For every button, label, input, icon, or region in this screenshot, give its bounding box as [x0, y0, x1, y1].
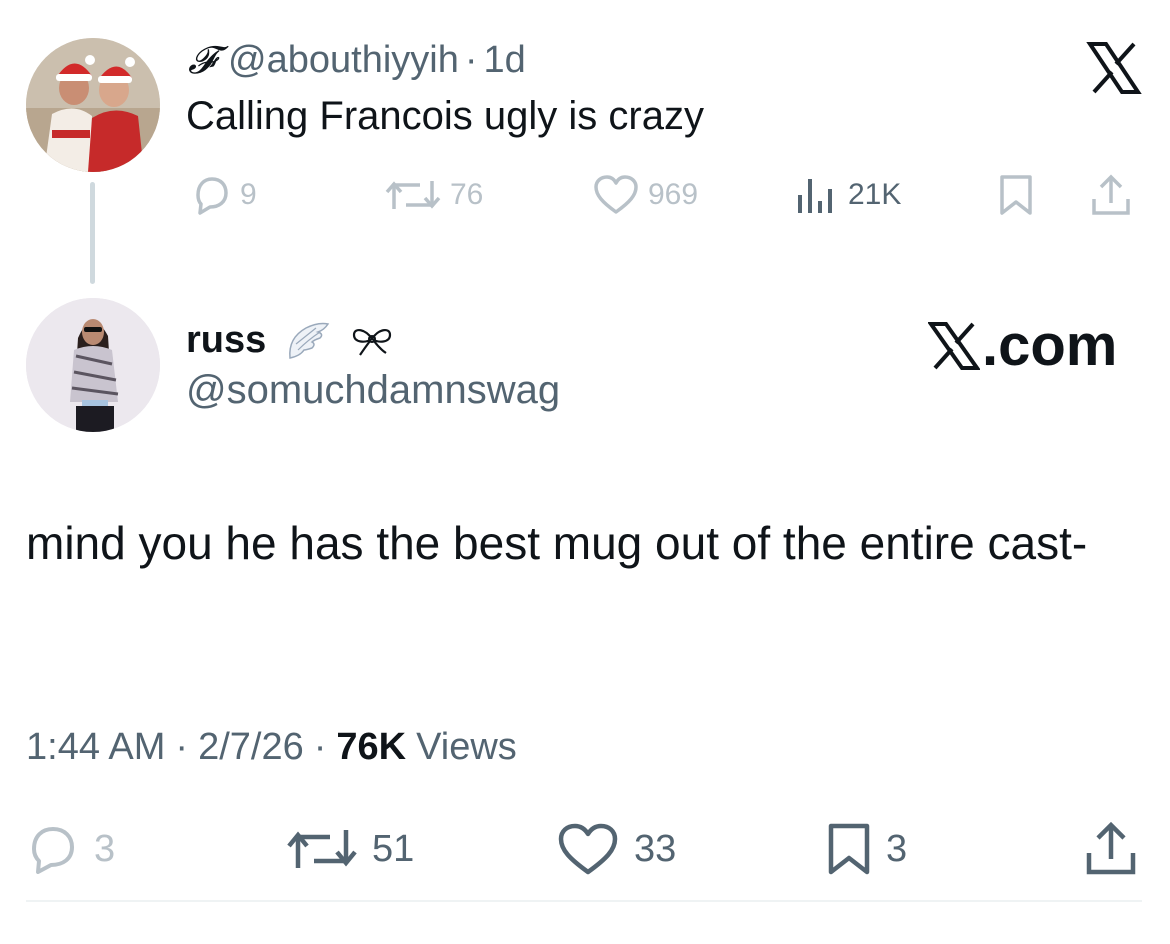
share-icon	[1086, 821, 1136, 875]
like-count: 33	[634, 827, 677, 870]
parent-handle[interactable]: @abouthiyyih	[228, 39, 459, 82]
heart-icon	[594, 175, 638, 214]
x-com-brand: .com	[928, 312, 1117, 379]
repost-count: 51	[372, 827, 415, 870]
reply-count: 3	[94, 827, 116, 870]
views-count: 76K	[336, 725, 407, 768]
divider	[26, 900, 1142, 902]
x-logo-icon	[928, 321, 980, 370]
views-label: Views	[416, 725, 517, 768]
repost-icon	[287, 830, 357, 868]
parent-reply-count: 9	[240, 178, 257, 211]
bookmark-icon	[1000, 175, 1032, 215]
parent-time[interactable]: 1d	[484, 39, 526, 82]
reply-icon	[196, 177, 228, 215]
parent-avatar[interactable]	[26, 38, 160, 172]
tweet-date[interactable]: 2/7/26	[198, 726, 304, 769]
parent-reply-button[interactable]: 9	[190, 172, 257, 218]
repost-icon	[385, 181, 441, 209]
share-icon	[1092, 174, 1130, 215]
share-button[interactable]	[1084, 821, 1152, 876]
parent-tweet-text: Calling Francois ugly is crazy	[186, 94, 704, 138]
parent-views-button[interactable]: 21K	[796, 172, 901, 218]
parent-like-button[interactable]: 969	[592, 172, 698, 218]
repost-button[interactable]: 51	[286, 822, 414, 876]
parent-share-button[interactable]	[1090, 172, 1140, 218]
reply-button[interactable]: 3	[26, 822, 115, 876]
name-row: russ	[186, 318, 396, 362]
parent-views-count: 21K	[848, 178, 902, 211]
parent-repost-count: 76	[450, 178, 484, 211]
bookmark-button[interactable]: 3	[826, 822, 907, 876]
like-button[interactable]: 33	[556, 822, 676, 876]
user-handle[interactable]: @somuchdamnswag	[186, 368, 560, 413]
tweet-body: mind you he has the best mug out of the …	[26, 517, 1088, 569]
parent-repost-button[interactable]: 76	[384, 172, 483, 218]
meta-separator: ·	[313, 725, 327, 768]
reply-icon	[32, 827, 74, 874]
bookmark-count: 3	[886, 827, 908, 870]
main-avatar[interactable]	[26, 298, 160, 432]
display-name[interactable]: russ	[186, 319, 266, 362]
parent-header: 𝓕 @abouthiyyih · 1d	[188, 36, 526, 84]
tweet-time[interactable]: 1:44 AM	[26, 726, 165, 769]
meta-separator: ·	[175, 725, 189, 768]
x-logo-icon	[1086, 40, 1142, 96]
parent-display-name[interactable]: 𝓕	[188, 38, 216, 83]
heart-icon	[558, 823, 618, 875]
parent-bookmark-button[interactable]	[998, 172, 1042, 218]
bookmark-icon	[828, 823, 870, 875]
views-icon	[798, 179, 832, 213]
thread-line	[90, 182, 95, 284]
parent-like-count: 969	[648, 178, 699, 211]
wing-icon	[284, 320, 330, 360]
tweet-meta: 1:44 AM · 2/7/26 · 76K Views	[26, 722, 517, 772]
x-com-label: .com	[982, 313, 1118, 378]
parent-separator: ·	[464, 38, 478, 81]
bow-icon	[348, 323, 396, 357]
